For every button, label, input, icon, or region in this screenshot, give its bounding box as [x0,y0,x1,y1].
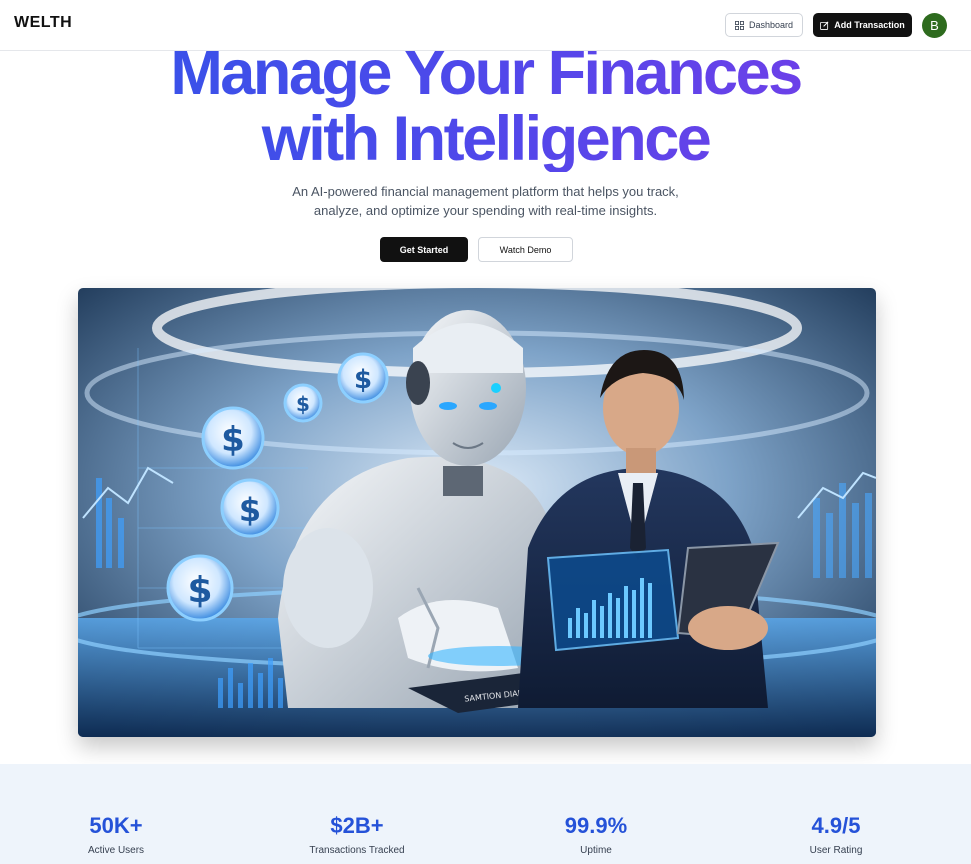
dashboard-button-label: Dashboard [748,20,794,30]
svg-text:$: $ [354,365,372,395]
watch-demo-button[interactable]: Watch Demo [478,237,573,262]
user-avatar[interactable]: B [922,13,947,38]
hero-subtitle: An AI-powered financial management platf… [0,182,971,220]
stat-active-users: 50K+ Active Users [16,813,216,857]
add-transaction-button[interactable]: Add Transaction [813,13,912,37]
stat-label: Transactions Tracked [309,845,405,856]
hero-title: Manage Your Finances with Intelligence [0,40,971,172]
stats-section: 50K+ Active Users $2B+ Transactions Trac… [0,764,971,864]
add-transaction-label: Add Transaction [834,20,905,30]
get-started-button[interactable]: Get Started [380,237,468,262]
welth-logo[interactable]: WELTH [14,14,72,32]
top-navbar: WELTH Dashboard Add Transaction B [0,0,971,51]
hero-title-line-2: with Intelligence [261,104,710,174]
dashboard-button[interactable]: Dashboard [725,13,803,37]
stat-value: 99.9% [564,813,628,838]
svg-text:$: $ [239,491,261,529]
hero-subtitle-line-1: An AI-powered financial management platf… [292,184,679,199]
pen-square-icon [820,21,829,30]
svg-text:$: $ [221,420,245,460]
hero-subtitle-line-2: analyze, and optimize your spending with… [313,203,658,218]
hero-illustration: $ $ $ $ $ SAMTION DIAMOLDS SOTH [78,288,876,737]
stat-user-rating: 4.9/5 User Rating [736,813,936,857]
dashboard-icon [735,20,744,30]
stat-label: Uptime [580,845,612,856]
stat-value: $2B+ [330,813,384,838]
svg-text:$: $ [187,570,212,611]
stat-value: 50K+ [89,813,143,838]
stat-uptime: 99.9% Uptime [496,813,696,857]
stat-transactions-tracked: $2B+ Transactions Tracked [257,813,457,857]
ai-finance-illustration-icon: $ $ $ $ $ SAMTION DIAMOLDS SOTH [78,288,876,737]
stat-value: 4.9/5 [811,813,861,838]
stat-label: User Rating [809,845,863,856]
svg-text:$: $ [296,392,310,416]
stat-label: Active Users [87,845,145,856]
